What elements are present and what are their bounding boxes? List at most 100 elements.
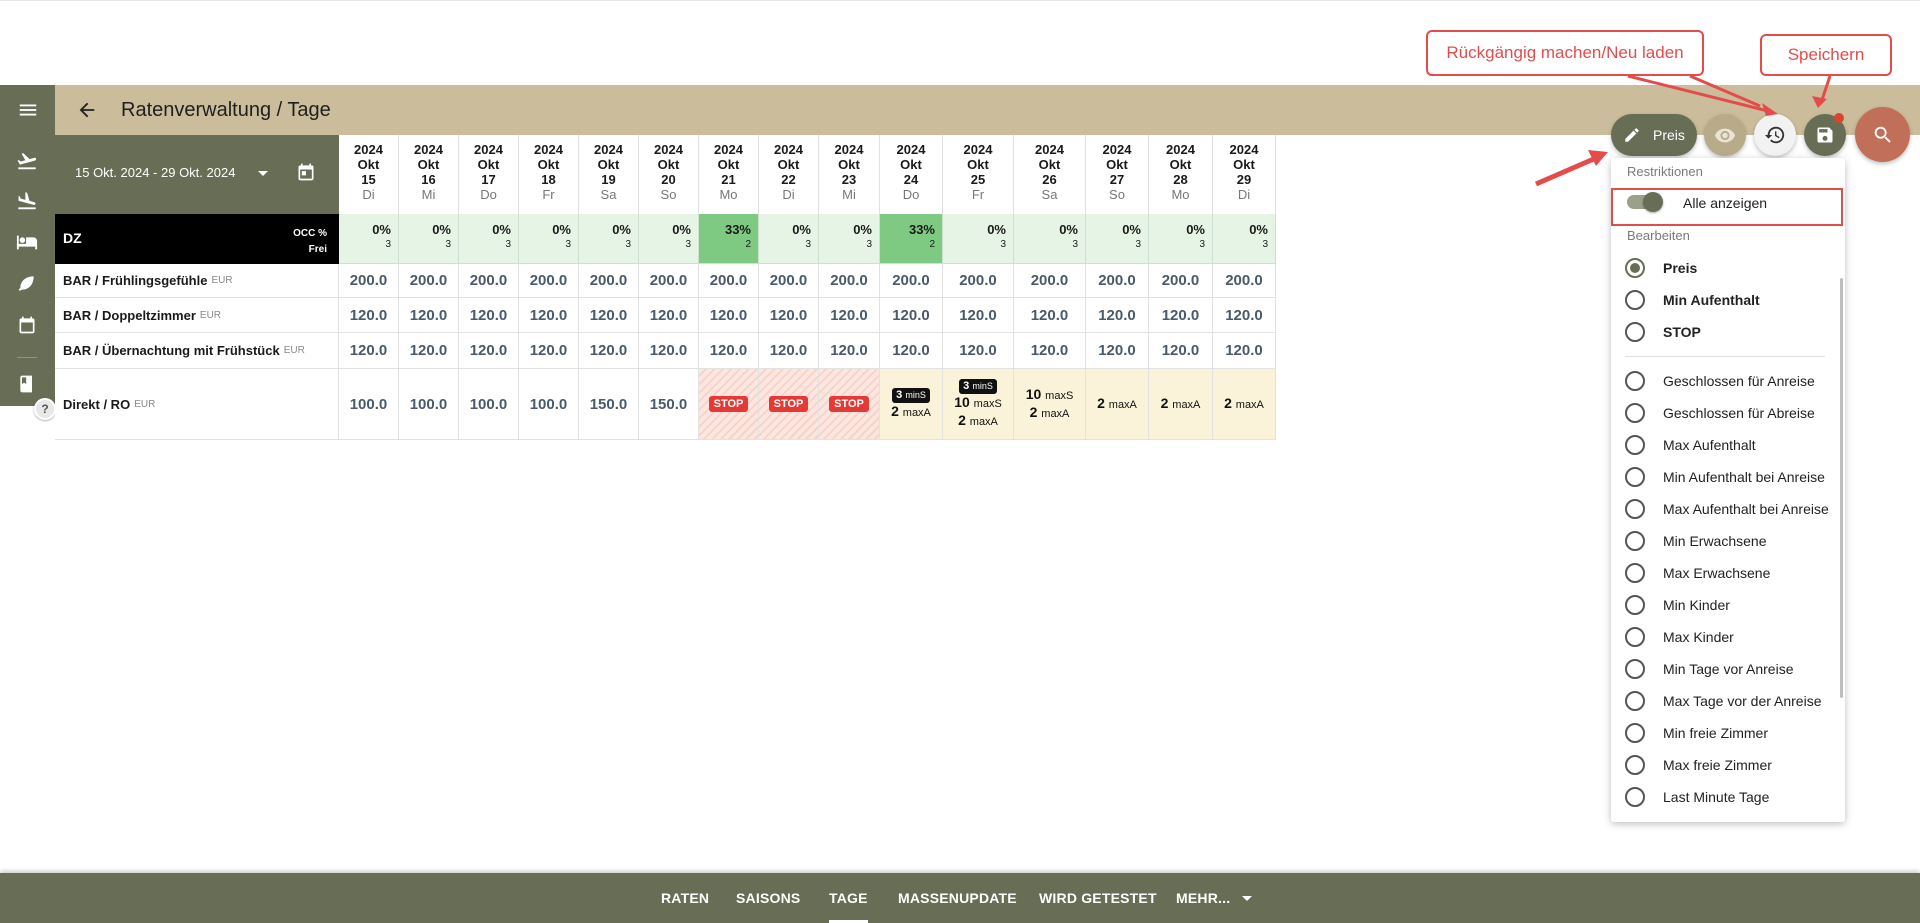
price-cell[interactable]: 120.0 [519, 333, 579, 369]
radio-option[interactable]: Last Minute Tage [1625, 786, 1769, 808]
tab-saisons[interactable]: SAISONS [736, 873, 800, 923]
price-cell[interactable]: 100.0 [339, 369, 399, 440]
price-cell[interactable]: 120.0 [880, 298, 943, 333]
radio-icon[interactable] [1625, 659, 1645, 679]
price-cell[interactable]: 120.0 [639, 333, 699, 369]
price-cell[interactable]: 120.0 [1213, 333, 1276, 369]
radio-option[interactable]: Min Aufenthalt bei Anreise [1625, 466, 1825, 488]
radio-option[interactable]: Min Tage vor Anreise [1625, 658, 1793, 680]
price-cell[interactable]: 200.0 [1014, 264, 1086, 298]
price-cell[interactable]: 120.0 [399, 298, 459, 333]
occupancy-cell[interactable]: 0% 3 [1086, 214, 1149, 264]
occupancy-cell[interactable]: 0% 3 [639, 214, 699, 264]
menu-button[interactable] [0, 85, 55, 135]
restriction-cell[interactable]: 2 maxA [1213, 369, 1276, 440]
price-cell[interactable]: 120.0 [459, 298, 519, 333]
radio-option[interactable]: Min freie Zimmer [1625, 722, 1768, 744]
radio-icon[interactable] [1625, 371, 1645, 391]
radio-icon[interactable] [1625, 627, 1645, 647]
price-cell[interactable]: 120.0 [1014, 298, 1086, 333]
search-button[interactable] [1855, 107, 1910, 162]
date-column-header[interactable]: 2024 Okt 17 Do [459, 135, 519, 214]
calendar-icon[interactable] [295, 161, 317, 183]
bed-icon[interactable] [13, 228, 41, 256]
price-cell[interactable]: 200.0 [1086, 264, 1149, 298]
price-cell[interactable]: 200.0 [519, 264, 579, 298]
radio-icon[interactable] [1625, 595, 1645, 615]
date-column-header[interactable]: 2024 Okt 19 Sa [579, 135, 639, 214]
radio-icon[interactable] [1625, 563, 1645, 583]
radio-option[interactable]: Max Kinder [1625, 626, 1734, 648]
price-cell[interactable]: 120.0 [1213, 298, 1276, 333]
radio-option[interactable]: Geschlossen für Anreise [1625, 370, 1815, 392]
radio-icon[interactable] [1625, 499, 1645, 519]
date-range-picker[interactable]: 15 Okt. 2024 - 29 Okt. 2024 [55, 135, 339, 214]
price-cell[interactable]: 100.0 [399, 369, 459, 440]
radio-option[interactable]: Min Kinder [1625, 594, 1730, 616]
restriction-cell[interactable]: 2 maxA [1086, 369, 1149, 440]
radio-option[interactable]: Geschlossen für Abreise [1625, 402, 1815, 424]
price-cell[interactable]: 120.0 [459, 333, 519, 369]
radio-icon[interactable] [1625, 691, 1645, 711]
rate-row-label[interactable]: BAR / Frühlingsgefühle EUR [55, 264, 339, 298]
price-cell[interactable]: 120.0 [1086, 298, 1149, 333]
room-type-row-label[interactable]: DZ OCC % Frei [55, 214, 339, 264]
date-column-header[interactable]: 2024 Okt 26 Sa [1014, 135, 1086, 214]
help-icon[interactable]: ? [34, 398, 56, 420]
price-cell[interactable]: 120.0 [699, 333, 759, 369]
occupancy-cell[interactable]: 33% 2 [880, 214, 943, 264]
price-cell[interactable]: 120.0 [759, 333, 819, 369]
price-cell[interactable]: 120.0 [1149, 333, 1213, 369]
radio-icon[interactable] [1625, 290, 1645, 310]
price-cell[interactable]: 200.0 [819, 264, 880, 298]
radio-option[interactable]: Max Aufenthalt [1625, 434, 1756, 456]
price-cell[interactable]: 120.0 [943, 298, 1014, 333]
flight-takeoff-icon[interactable] [13, 147, 41, 175]
occupancy-cell[interactable]: 0% 3 [1213, 214, 1276, 264]
tab-wird-getestet[interactable]: WIRD GETESTET [1039, 873, 1157, 923]
radio-icon[interactable] [1625, 403, 1645, 423]
panel-scrollbar[interactable] [1840, 278, 1843, 698]
price-cell[interactable]: 120.0 [880, 333, 943, 369]
date-column-header[interactable]: 2024 Okt 27 So [1086, 135, 1149, 214]
price-cell[interactable]: 200.0 [459, 264, 519, 298]
price-cell[interactable]: 120.0 [519, 298, 579, 333]
price-cell[interactable]: 120.0 [1149, 298, 1213, 333]
price-cell[interactable]: 150.0 [639, 369, 699, 440]
price-cell[interactable]: 200.0 [639, 264, 699, 298]
stop-cell[interactable]: STOP [759, 369, 819, 440]
occupancy-cell[interactable]: 0% 3 [819, 214, 880, 264]
date-column-header[interactable]: 2024 Okt 15 Di [339, 135, 399, 214]
rate-row-label[interactable]: Direkt / RO EUR [55, 369, 339, 440]
radio-option[interactable]: Preis [1625, 257, 1697, 279]
leaf-icon[interactable] [13, 269, 41, 297]
date-column-header[interactable]: 2024 Okt 18 Fr [519, 135, 579, 214]
price-cell[interactable]: 120.0 [339, 333, 399, 369]
radio-icon[interactable] [1625, 531, 1645, 551]
price-cell[interactable]: 120.0 [1086, 333, 1149, 369]
date-column-header[interactable]: 2024 Okt 23 Mi [819, 135, 880, 214]
price-cell[interactable]: 100.0 [519, 369, 579, 440]
radio-icon[interactable] [1625, 755, 1645, 775]
price-cell[interactable]: 120.0 [819, 333, 880, 369]
tab-tage[interactable]: TAGE [829, 873, 868, 923]
date-column-header[interactable]: 2024 Okt 29 Di [1213, 135, 1276, 214]
radio-option[interactable]: Min Aufenthalt [1625, 289, 1760, 311]
restriction-cell[interactable]: 3 minS 2 maxA [880, 369, 943, 440]
calendar-icon[interactable] [13, 311, 41, 339]
price-cell[interactable]: 120.0 [1014, 333, 1086, 369]
price-cell[interactable]: 100.0 [459, 369, 519, 440]
book-icon[interactable] [13, 370, 41, 398]
radio-option[interactable]: Max Tage vor der Anreise [1625, 690, 1822, 712]
date-column-header[interactable]: 2024 Okt 16 Mi [399, 135, 459, 214]
price-cell[interactable]: 120.0 [699, 298, 759, 333]
restriction-cell[interactable]: 10 maxS 2 maxA [1014, 369, 1086, 440]
back-button[interactable] [74, 97, 100, 123]
stop-cell[interactable]: STOP [699, 369, 759, 440]
occupancy-cell[interactable]: 0% 3 [399, 214, 459, 264]
radio-selected-icon[interactable] [1625, 258, 1645, 278]
price-cell[interactable]: 120.0 [759, 298, 819, 333]
restriction-cell[interactable]: 2 maxA [1149, 369, 1213, 440]
price-cell[interactable]: 120.0 [399, 333, 459, 369]
tab-mehr[interactable]: MEHR... [1176, 873, 1230, 923]
